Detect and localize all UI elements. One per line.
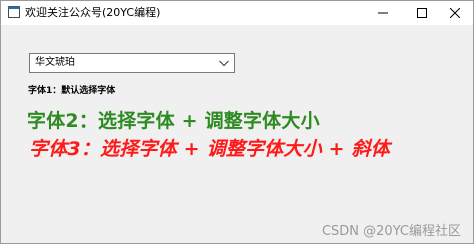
font-select-combobox[interactable]: 华文琥珀	[29, 53, 235, 73]
maximize-icon	[417, 8, 427, 18]
csdn-watermark: CSDN @20YC编程社区	[321, 224, 461, 239]
minimize-icon	[378, 12, 388, 14]
maximize-button[interactable]	[404, 1, 440, 25]
close-icon	[450, 8, 460, 18]
window-title: 欢迎关注公众号(20YC编程)	[25, 6, 161, 19]
close-button[interactable]	[437, 1, 473, 25]
title-bar[interactable]: 欢迎关注公众号(20YC编程)	[1, 1, 473, 25]
font3-label: 字体3：选择字体 + 调整字体大小 + 斜体	[29, 138, 390, 160]
font-select-value: 华文琥珀	[35, 57, 75, 68]
app-window: 欢迎关注公众号(20YC编程) 华文琥珀 字体1：默认选择字体 字体2：选择字体…	[0, 0, 474, 244]
app-window-icon	[8, 6, 20, 18]
font1-label: 字体1：默认选择字体	[28, 86, 116, 96]
chevron-down-icon[interactable]	[219, 60, 229, 67]
font2-label: 字体2：选择字体 + 调整字体大小	[27, 110, 320, 132]
minimize-button[interactable]	[365, 1, 401, 25]
